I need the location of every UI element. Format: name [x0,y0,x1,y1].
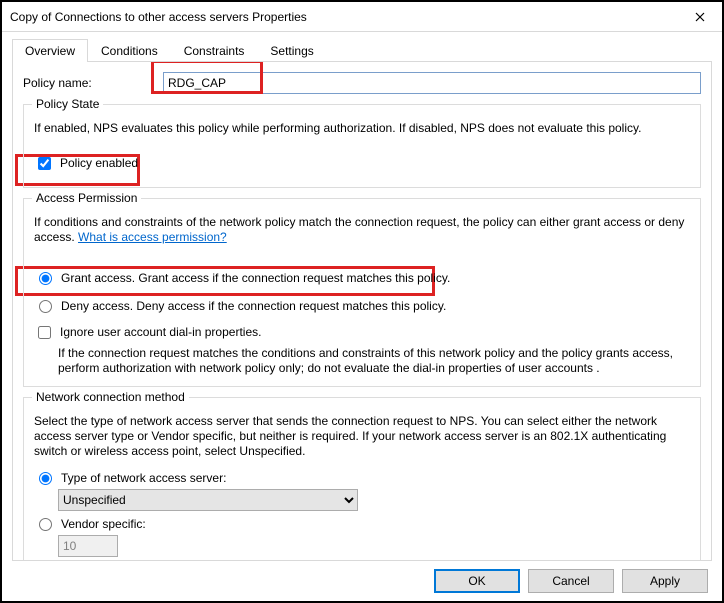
ncm-vendor-label: Vendor specific: [61,517,146,531]
ncm-type-label: Type of network access server: [61,471,226,485]
ncm-type-radio[interactable] [39,472,52,485]
tab-conditions[interactable]: Conditions [88,39,171,62]
policy-state-legend: Policy State [32,97,103,111]
grant-access-label: Grant access. Grant access if the connec… [61,271,450,285]
tab-strip: Overview Conditions Constraints Settings [12,38,712,62]
deny-access-label: Deny access. Deny access if the connecti… [61,299,446,313]
policy-enabled-checkbox[interactable] [38,157,51,170]
ncm-vendor-radio[interactable] [39,518,52,531]
ignore-dialin-checkbox[interactable] [38,326,51,339]
policy-enabled-label: Policy enabled [60,156,138,170]
ncm-vendor-spinner[interactable] [58,535,118,557]
policy-state-desc: If enabled, NPS evaluates this policy wh… [34,121,690,136]
ignore-dialin-label: Ignore user account dial-in properties. [60,325,261,339]
access-permission-desc: If conditions and constraints of the net… [34,215,690,245]
tab-settings[interactable]: Settings [257,39,326,62]
group-policy-state: Policy State If enabled, NPS evaluates t… [23,104,701,188]
close-icon [695,12,705,22]
group-ncm: Network connection method Select the typ… [23,397,701,561]
close-button[interactable] [677,2,722,32]
ncm-desc: Select the type of network access server… [34,414,690,459]
access-permission-legend: Access Permission [32,191,141,205]
ncm-type-select[interactable]: Unspecified [58,489,358,511]
policy-name-input[interactable] [163,72,701,94]
tab-overview[interactable]: Overview [12,39,88,62]
ignore-dialin-desc: If the connection request matches the co… [58,346,690,376]
ok-button[interactable]: OK [434,569,520,593]
tab-constraints[interactable]: Constraints [171,39,258,62]
apply-button[interactable]: Apply [622,569,708,593]
policy-name-label: Policy name: [23,76,163,90]
cancel-button[interactable]: Cancel [528,569,614,593]
window-title: Copy of Connections to other access serv… [10,10,677,24]
deny-access-radio[interactable] [39,300,52,313]
grant-access-radio[interactable] [39,272,52,285]
ncm-legend: Network connection method [32,390,189,404]
group-access-permission: Access Permission If conditions and cons… [23,198,701,387]
access-permission-link[interactable]: What is access permission? [78,230,227,244]
